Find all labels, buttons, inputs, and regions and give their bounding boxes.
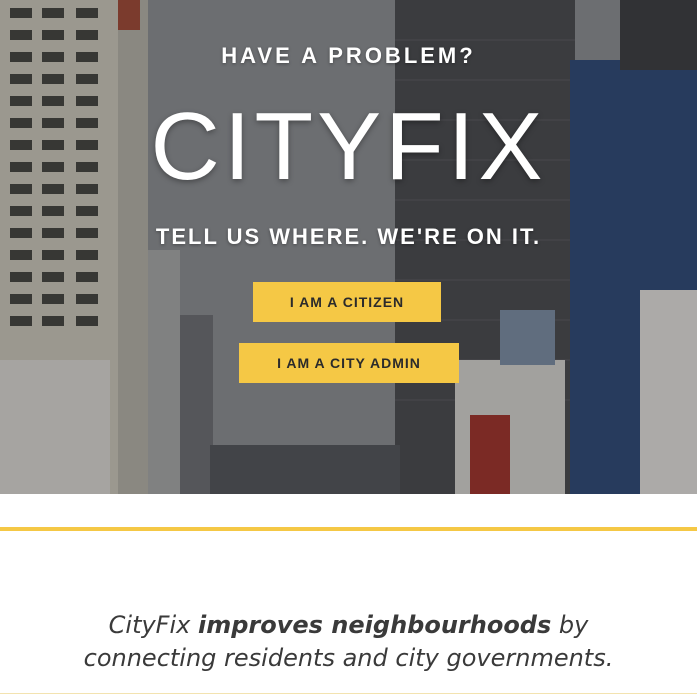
hero-content: HAVE A PROBLEM? CITYFIX TELL US WHERE. W… [0, 0, 697, 494]
city-admin-button[interactable]: I AM A CITY ADMIN [239, 343, 459, 383]
hero-kicker: HAVE A PROBLEM? [221, 43, 476, 68]
about-brand-word: CityFix [108, 611, 191, 639]
about-blurb: CityFix improves neighbourhoods by connec… [0, 609, 697, 675]
bottom-rule [0, 693, 697, 694]
brand-title: CITYFIX [150, 93, 547, 200]
about-line2: connecting residents and city government… [83, 644, 614, 672]
about-emphasis: improves neighbourhoods [198, 611, 552, 639]
hero-tagline: TELL US WHERE. WE'RE ON IT. [155, 224, 542, 249]
hero-section: HAVE A PROBLEM? CITYFIX TELL US WHERE. W… [0, 0, 697, 494]
citizen-button[interactable]: I AM A CITIZEN [253, 282, 441, 322]
page: HAVE A PROBLEM? CITYFIX TELL US WHERE. W… [0, 0, 697, 697]
about-rest-line1: by [551, 611, 589, 639]
accent-divider [0, 527, 697, 531]
